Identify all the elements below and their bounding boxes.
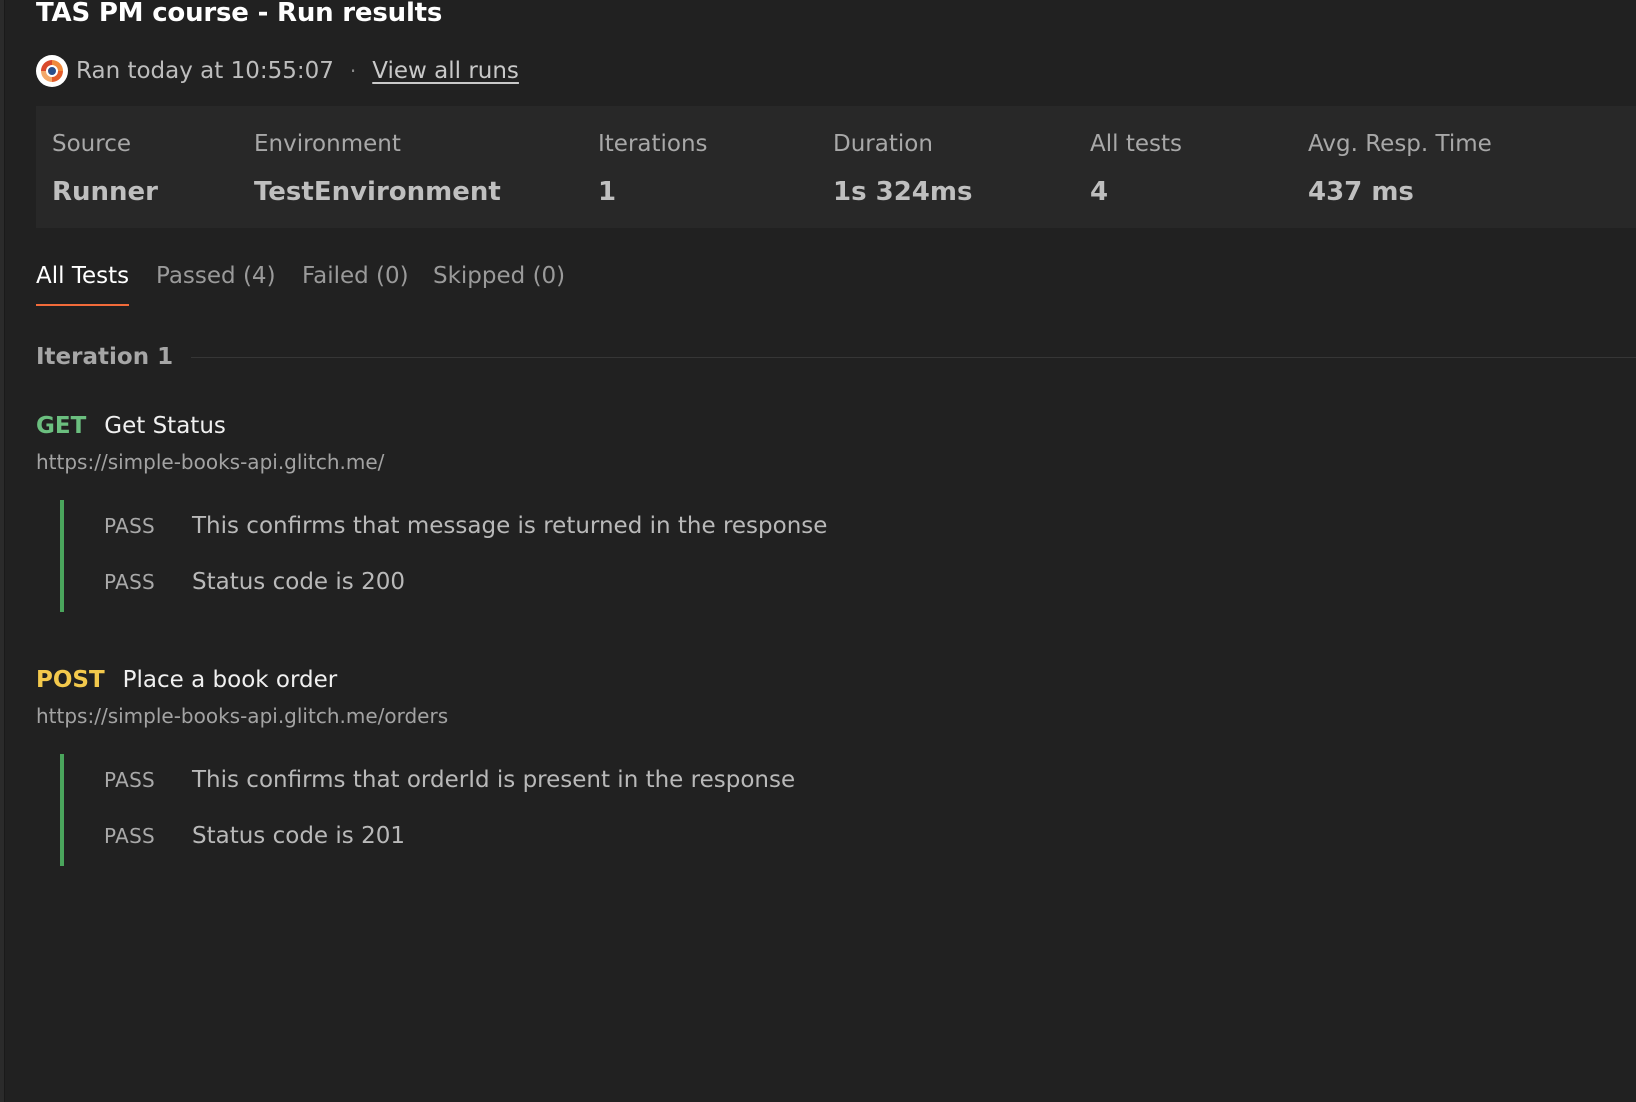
- stat-avg-resp-time: Avg. Resp. Time 437 ms: [1308, 128, 1492, 210]
- run-summary: Source Runner Environment TestEnvironmen…: [36, 106, 1636, 228]
- request-url: https://simple-books-api.glitch.me/: [36, 450, 385, 474]
- stat-source: Source Runner: [52, 128, 158, 210]
- request-url: https://simple-books-api.glitch.me/order…: [36, 704, 449, 728]
- stat-label: Iterations: [598, 131, 708, 157]
- meta-separator: ·: [349, 59, 357, 83]
- test-status: PASS: [104, 514, 156, 538]
- tab-passed[interactable]: Passed (4): [156, 258, 276, 304]
- test-result-row: PASS This confirms that message is retur…: [104, 508, 827, 544]
- page-title: TAS PM course - Run results: [36, 0, 443, 28]
- test-status: PASS: [104, 570, 156, 594]
- test-name: Status code is 201: [192, 823, 405, 849]
- stat-label: Duration: [833, 131, 933, 157]
- left-panel-edge: [0, 0, 5, 1102]
- test-results: PASS This confirms that orderId is prese…: [60, 754, 864, 866]
- request-name: Place a book order: [122, 667, 338, 693]
- test-result-row: PASS This confirms that orderId is prese…: [104, 762, 795, 798]
- iteration-header: Iteration 1: [36, 340, 1636, 374]
- request-header[interactable]: POST Place a book order: [36, 663, 448, 697]
- run-results-page: TAS PM course - Run results Ran today at…: [0, 0, 1636, 1102]
- test-result-row: PASS Status code is 200: [104, 564, 405, 600]
- tab-failed[interactable]: Failed (0): [302, 258, 409, 304]
- stat-label: Avg. Resp. Time: [1308, 131, 1492, 157]
- request-item: GET Get Status https://simple-books-api.…: [36, 409, 827, 612]
- stat-value: 1s 324ms: [833, 177, 973, 207]
- stat-label: Environment: [254, 131, 401, 157]
- stat-environment: Environment TestEnvironment: [254, 128, 501, 210]
- stat-label: All tests: [1090, 131, 1182, 157]
- stat-iterations: Iterations 1: [598, 128, 708, 210]
- request-name: Get Status: [104, 413, 226, 439]
- stat-value: TestEnvironment: [254, 177, 501, 207]
- user-avatar-icon: [36, 55, 68, 87]
- stat-value: 1: [598, 177, 617, 207]
- test-name: This confirms that message is returned i…: [192, 513, 828, 539]
- stat-duration: Duration 1s 324ms: [833, 128, 972, 210]
- test-results: PASS This confirms that message is retur…: [60, 500, 864, 612]
- test-name: This confirms that orderId is present in…: [192, 767, 796, 793]
- tab-skipped[interactable]: Skipped (0): [433, 258, 565, 304]
- request-item: POST Place a book order https://simple-b…: [36, 663, 795, 866]
- test-status: PASS: [104, 768, 156, 792]
- stat-value: 4: [1090, 177, 1109, 207]
- stat-value: 437 ms: [1308, 177, 1414, 207]
- iteration-divider: [191, 356, 1636, 358]
- view-all-runs-link[interactable]: View all runs: [372, 58, 519, 84]
- ran-timestamp: Ran today at 10:55:07: [76, 58, 334, 84]
- stat-label: Source: [52, 131, 131, 157]
- request-header[interactable]: GET Get Status: [36, 409, 384, 443]
- stat-all-tests: All tests 4: [1090, 128, 1182, 210]
- test-result-row: PASS Status code is 201: [104, 818, 405, 854]
- stat-value: Runner: [52, 177, 159, 207]
- request-method: GET: [36, 413, 87, 439]
- tab-all-tests[interactable]: All Tests: [36, 258, 130, 306]
- test-status: PASS: [104, 824, 156, 848]
- run-meta: Ran today at 10:55:07 · View all runs: [36, 54, 519, 88]
- iteration-label: Iteration 1: [36, 344, 174, 370]
- test-name: Status code is 200: [192, 569, 405, 595]
- request-method: POST: [36, 667, 105, 693]
